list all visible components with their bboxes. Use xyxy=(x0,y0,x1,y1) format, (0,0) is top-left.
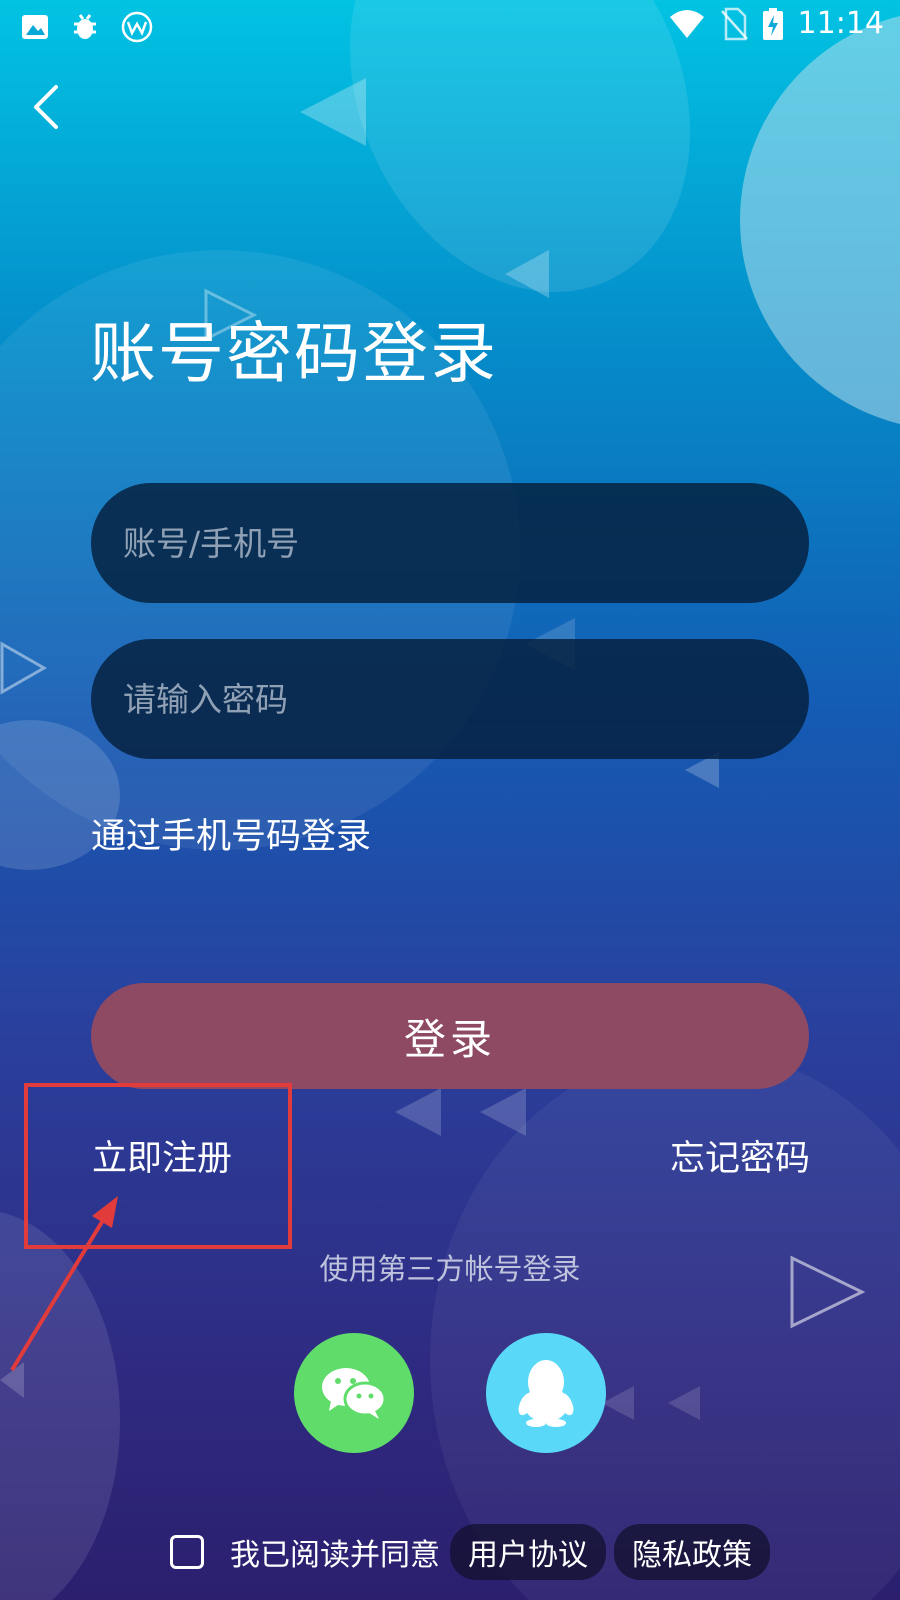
back-button[interactable] xyxy=(26,82,66,132)
wifi-icon xyxy=(669,9,704,38)
forgot-password-link[interactable]: 忘记密码 xyxy=(670,1130,810,1181)
bug-icon xyxy=(74,14,96,39)
agreement-row: 我已阅读并同意 用户协议 隐私政策 xyxy=(170,1524,778,1580)
bg-triangle-outline xyxy=(0,641,48,695)
bg-triangle xyxy=(395,1088,441,1136)
password-input[interactable] xyxy=(91,639,809,759)
status-right-icons: 11:14 xyxy=(668,6,884,41)
status-left-icons xyxy=(20,10,154,44)
status-bar: 11:14 xyxy=(0,0,900,50)
bg-triangle xyxy=(668,1386,700,1420)
bg-triangle xyxy=(480,1088,526,1136)
user-agreement-link[interactable]: 用户协议 xyxy=(450,1524,606,1580)
no-sim-icon xyxy=(720,7,748,40)
phone-login-link[interactable]: 通过手机号码登录 xyxy=(91,808,371,859)
bg-triangle xyxy=(602,1386,634,1420)
third-party-label: 使用第三方帐号登录 xyxy=(319,1252,581,1286)
app-logo-icon xyxy=(121,11,153,43)
login-button[interactable]: 登录 xyxy=(91,983,809,1089)
bg-blob xyxy=(740,10,900,430)
wechat-icon xyxy=(322,1368,387,1419)
agreement-checkbox[interactable] xyxy=(170,1535,204,1569)
bg-triangle xyxy=(505,250,549,298)
account-input[interactable] xyxy=(91,483,809,603)
battery-charging-icon xyxy=(762,7,783,40)
image-icon xyxy=(22,15,48,39)
status-time: 11:14 xyxy=(797,6,884,41)
agreement-text: 我已阅读并同意 xyxy=(230,1538,440,1573)
page-title: 账号密码登录 xyxy=(90,315,498,392)
qq-login-button[interactable] xyxy=(486,1333,606,1453)
privacy-policy-link[interactable]: 隐私政策 xyxy=(614,1524,770,1580)
wechat-login-button[interactable] xyxy=(294,1333,414,1453)
qq-icon xyxy=(518,1360,574,1427)
bg-triangle xyxy=(300,78,366,146)
chevron-left-icon xyxy=(34,85,58,129)
